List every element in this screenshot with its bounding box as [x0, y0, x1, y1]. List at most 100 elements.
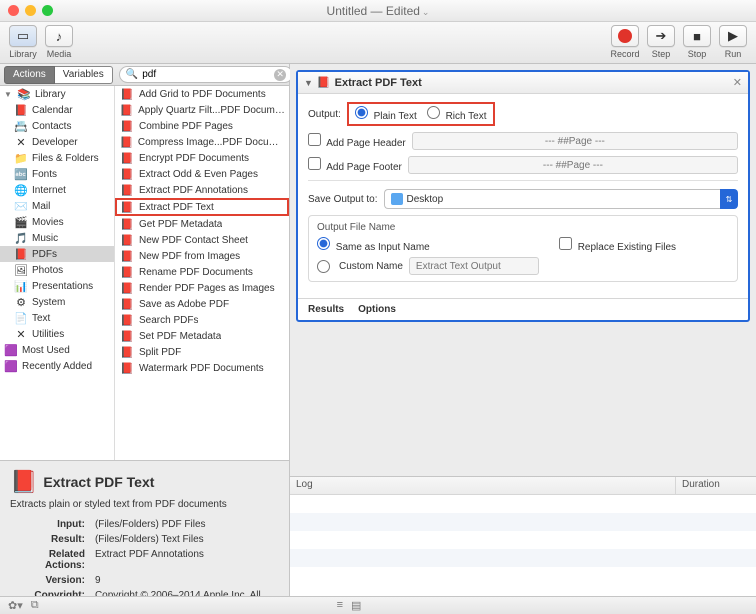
category-icon: ✕ [14, 136, 28, 149]
list-view-icon[interactable]: ≡ [337, 599, 343, 612]
library-smart-item[interactable]: 🟪Most Used [0, 342, 114, 358]
library-item[interactable]: 📕Calendar [0, 102, 114, 118]
footer-text-field[interactable] [408, 156, 738, 174]
library-item[interactable]: 📕 PDFs [0, 246, 114, 262]
action-item[interactable]: 📕Apply Quartz Filt...PDF Documents [115, 102, 289, 118]
library-item[interactable]: ✉️Mail [0, 198, 114, 214]
search-input[interactable] [142, 69, 274, 80]
action-item[interactable]: 📕New PDF Contact Sheet [115, 232, 289, 248]
titlebar: Untitled — Edited⌄ [0, 0, 756, 22]
action-item[interactable]: 📕Add Grid to PDF Documents [115, 86, 289, 102]
zoom-window-button[interactable] [42, 5, 53, 16]
library-item[interactable]: 🎵Music [0, 230, 114, 246]
action-item[interactable]: 📕Split PDF [115, 344, 289, 360]
minimize-window-button[interactable] [25, 5, 36, 16]
disclosure-triangle-icon: ▼ [4, 90, 13, 99]
search-field[interactable]: 🔍 ✕ [119, 66, 293, 83]
log-col-log[interactable]: Log [290, 477, 676, 494]
library-item[interactable]: 📄Text [0, 310, 114, 326]
action-item[interactable]: 📕Extract Odd & Even Pages [115, 166, 289, 182]
action-label: Encrypt PDF Documents [139, 153, 249, 164]
workflow-canvas[interactable] [290, 328, 756, 476]
save-destination-popup[interactable]: Desktop ⇅ [384, 189, 739, 209]
library-list[interactable]: ▼📚Library📕Calendar📇Contacts✕Developer📁Fi… [0, 86, 115, 460]
library-item-label: PDFs [32, 249, 57, 260]
run-icon: ▶ [728, 28, 738, 44]
action-item[interactable]: 📕New PDF from Images [115, 248, 289, 264]
action-item[interactable]: 📕Save as Adobe PDF [115, 296, 289, 312]
action-item[interactable]: 📕Extract PDF Text [115, 198, 289, 216]
category-icon: 📕 [14, 248, 28, 261]
close-window-button[interactable] [8, 5, 19, 16]
grid-view-icon[interactable]: ▤ [351, 599, 361, 612]
action-label: Set PDF Metadata [139, 331, 221, 342]
action-item[interactable]: 📕Encrypt PDF Documents [115, 150, 289, 166]
panel-tab-results[interactable]: Results [308, 304, 344, 315]
action-icon: 📕 [119, 200, 135, 214]
toolbar-label: Media [47, 49, 72, 59]
custom-name-field[interactable] [409, 257, 539, 275]
category-icon: 🎵 [14, 232, 28, 245]
library-item[interactable]: 🌐Internet [0, 182, 114, 198]
tab-actions[interactable]: Actions [4, 66, 55, 84]
radio-same-name[interactable]: Same as Input Name [317, 237, 539, 253]
log-col-duration[interactable]: Duration [676, 477, 756, 494]
radio-plain-text[interactable]: Plain Text [355, 106, 417, 122]
library-button[interactable]: ▭Library [6, 24, 40, 60]
category-icon: 📕 [14, 104, 28, 117]
close-icon[interactable]: ✕ [733, 76, 742, 89]
action-item[interactable]: 📕Search PDFs [115, 312, 289, 328]
action-item[interactable]: 📕Rename PDF Documents [115, 264, 289, 280]
library-item[interactable]: 📁Files & Folders [0, 150, 114, 166]
gear-icon[interactable]: ✿▾ [8, 599, 23, 612]
flow-icon[interactable]: ⧉ [31, 599, 39, 612]
checkbox-add-header[interactable]: Add Page Header [308, 133, 406, 149]
library-root[interactable]: ▼📚Library [0, 86, 114, 102]
chevron-down-icon[interactable]: ⌄ [422, 7, 430, 17]
actions-list[interactable]: 📕Add Grid to PDF Documents📕Apply Quartz … [115, 86, 289, 460]
traffic-lights [8, 5, 53, 16]
action-item[interactable]: 📕Watermark PDF Documents [115, 360, 289, 376]
run-button[interactable]: ▶ Run [716, 24, 750, 60]
smart-folder-icon: 🟪 [4, 360, 18, 373]
step-button[interactable]: ➔Step [644, 24, 678, 60]
library-item[interactable]: 🖼Photos [0, 262, 114, 278]
stop-button[interactable]: ■Stop [680, 24, 714, 60]
library-item[interactable]: 🔤Fonts [0, 166, 114, 182]
action-icon: 📕 [119, 329, 135, 343]
header-text-field[interactable] [412, 132, 738, 150]
action-item[interactable]: 📕Compress Image...PDF Documents [115, 134, 289, 150]
radio-custom-name[interactable]: Custom Name [317, 257, 539, 275]
action-item[interactable]: 📕Get PDF Metadata [115, 216, 289, 232]
action-item[interactable]: 📕Combine PDF Pages [115, 118, 289, 134]
library-item-label: Fonts [32, 169, 57, 180]
checkbox-replace-existing[interactable]: Replace Existing Files [559, 237, 676, 253]
output-filename-label: Output File Name [317, 222, 729, 233]
library-item[interactable]: 📊Presentations [0, 278, 114, 294]
disclosure-triangle-icon[interactable]: ▼ [304, 78, 313, 88]
action-item[interactable]: 📕 Set PDF Metadata [115, 328, 289, 344]
action-icon: 📕 [119, 233, 135, 247]
action-item[interactable]: 📕Extract PDF Annotations [115, 182, 289, 198]
popup-arrow-icon: ⇅ [720, 189, 738, 209]
library-item[interactable]: ✕Developer [0, 134, 114, 150]
clear-search-button[interactable]: ✕ [274, 69, 286, 81]
toolbar-label: Run [725, 49, 742, 59]
search-icon: 🔍 [126, 69, 138, 80]
radio-rich-text[interactable]: Rich Text [427, 106, 487, 122]
desc-key: Input: [12, 518, 89, 531]
tab-variables[interactable]: Variables [55, 66, 113, 84]
library-item[interactable]: 🎬Movies [0, 214, 114, 230]
toolbar-label: Library [9, 49, 37, 59]
library-item[interactable]: 📇Contacts [0, 118, 114, 134]
checkbox-add-footer[interactable]: Add Page Footer [308, 157, 402, 173]
library-item[interactable]: ✕Utilities [0, 326, 114, 342]
record-button[interactable]: Record [608, 24, 642, 60]
action-item[interactable]: 📕Render PDF Pages as Images [115, 280, 289, 296]
panel-tab-options[interactable]: Options [358, 304, 396, 315]
library-item[interactable]: ⚙System [0, 294, 114, 310]
library-smart-item[interactable]: 🟪Recently Added [0, 358, 114, 374]
toolbar-label: Record [610, 49, 639, 59]
action-label: Apply Quartz Filt...PDF Documents [138, 105, 285, 116]
media-button[interactable]: ♪Media [42, 24, 76, 60]
